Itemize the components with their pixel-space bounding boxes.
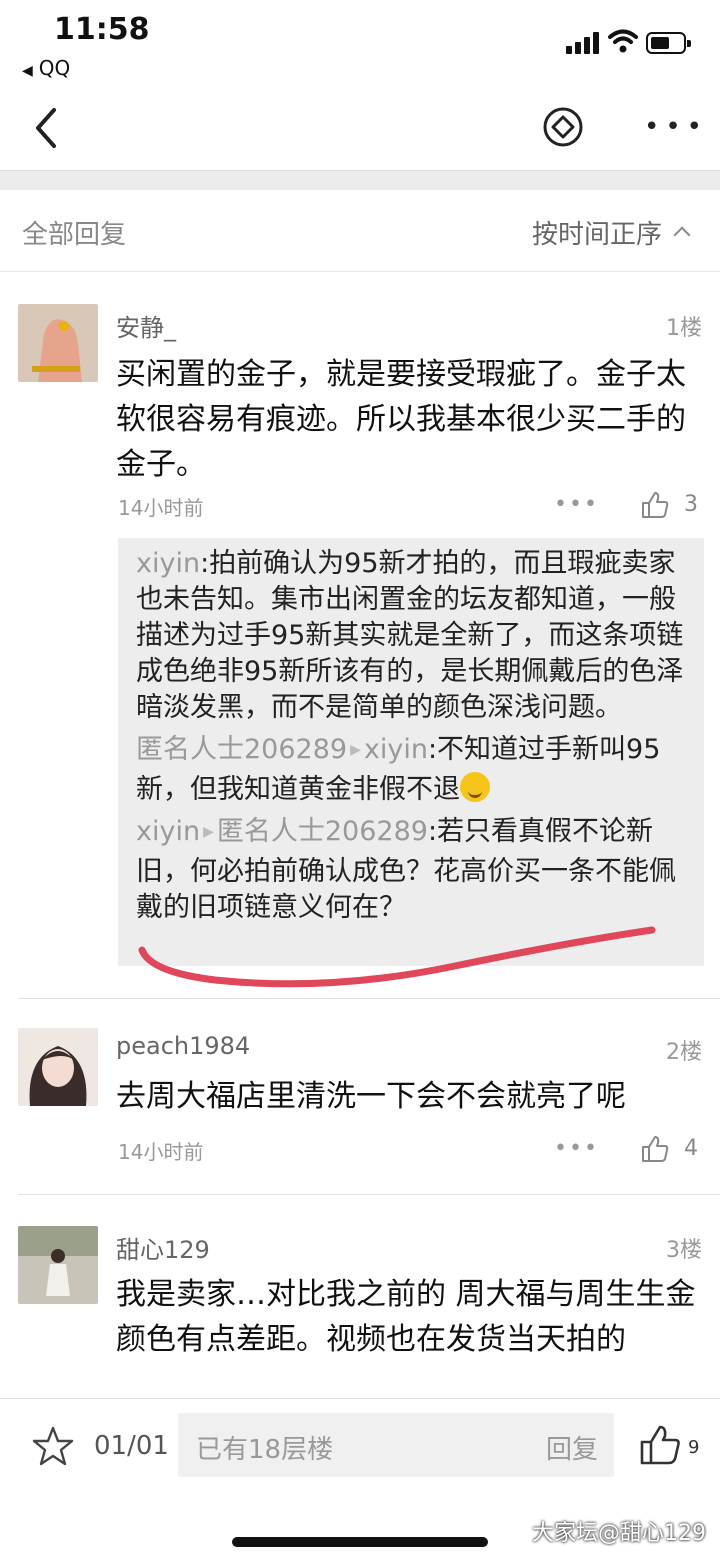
like-count: 9	[688, 1437, 700, 1458]
username[interactable]: 甜心129	[116, 1230, 210, 1265]
floor-number: 2楼	[666, 1040, 702, 1065]
sub-reply-author[interactable]: xiyin	[136, 816, 200, 847]
sub-reply[interactable]: 匿名人士206289 ▶ xiyin:不知道过手新叫95新，但我知道黄金非假不退	[136, 732, 686, 808]
post-time: 14小时前	[118, 496, 204, 520]
signal-icon	[566, 30, 602, 54]
sub-reply-target[interactable]: xiyin	[364, 734, 428, 765]
status-bar: 11:58 ◀ QQ	[0, 0, 720, 90]
avatar[interactable]	[18, 304, 98, 382]
reply-filter-bar: 全部回复 按时间正序	[0, 190, 720, 272]
chevron-up-icon	[673, 226, 691, 244]
more-actions-icon[interactable]: •••	[554, 492, 599, 517]
post-divider	[18, 1194, 720, 1195]
more-actions-icon[interactable]: •••	[554, 1136, 599, 1161]
post-divider	[18, 998, 720, 999]
sub-reply[interactable]: xiyin:拍前确认为95新才拍的，而且瑕疵卖家也未告知。集市出闲置金的坛友都知…	[136, 546, 686, 726]
avatar[interactable]	[18, 1028, 98, 1106]
status-time: 11:58	[54, 12, 150, 47]
reply-to-arrow-icon: ▶	[350, 742, 361, 758]
section-divider	[0, 170, 720, 190]
thumbs-up-icon[interactable]	[638, 1423, 682, 1467]
username[interactable]: peach1984	[116, 1032, 250, 1060]
reply-button[interactable]: 回复	[546, 1429, 598, 1466]
floor-number: 1楼	[666, 316, 702, 341]
floor-number: 3楼	[666, 1238, 702, 1263]
back-arrow-icon[interactable]	[28, 104, 68, 152]
page-indicator[interactable]: 01/01	[94, 1431, 169, 1461]
diamond-coin-icon[interactable]	[542, 106, 584, 148]
like-count: 4	[684, 1136, 698, 1161]
sort-order-label: 按时间正序	[531, 220, 662, 250]
home-indicator[interactable]	[232, 1537, 488, 1547]
sub-reply-author[interactable]: 匿名人士206289	[136, 734, 347, 765]
reply-input[interactable]: 已有18层楼 回复	[178, 1413, 614, 1477]
post-time: 14小时前	[118, 1140, 204, 1164]
like-count: 3	[684, 492, 698, 517]
rofl-emoji-icon	[460, 772, 490, 802]
more-options-icon[interactable]: •••	[644, 114, 708, 140]
back-triangle-icon: ◀	[22, 63, 33, 79]
sub-reply[interactable]: xiyin ▶ 匿名人士206289:若只看真假不论新旧，何必拍前确认成色？花高价买…	[136, 814, 686, 926]
avatar[interactable]	[18, 1226, 98, 1304]
username[interactable]: 安静_	[116, 308, 176, 343]
sub-reply-author[interactable]: xiyin	[136, 548, 200, 579]
thumbs-up-icon[interactable]	[640, 1134, 670, 1164]
battery-icon	[646, 32, 691, 54]
reply-content: 买闲置的金子，就是要接受瑕疵了。金子太软很容易有痕迹。所以我基本很少买二手的金子…	[116, 357, 686, 482]
reply-content: 我是卖家…对比我之前的 周大福与周生生金颜色有点差距。视频也在发货当天拍的	[116, 1277, 696, 1357]
watermark: 大家坛@甜心129	[532, 1521, 706, 1546]
bottom-action-bar: 01/01 已有18层楼 回复 9 大家坛@甜心129	[0, 1398, 720, 1558]
wifi-icon	[608, 29, 638, 53]
sub-reply-list: xiyin:拍前确认为95新才拍的，而且瑕疵卖家也未告知。集市出闲置金的坛友都知…	[118, 538, 704, 966]
star-icon[interactable]	[32, 1425, 74, 1467]
thumbs-up-icon[interactable]	[640, 490, 670, 520]
sort-order-toggle[interactable]: 按时间正序	[531, 214, 691, 251]
nav-bar: •••	[0, 90, 720, 170]
sub-reply-target[interactable]: 匿名人士206289	[217, 816, 428, 847]
back-app-label: QQ	[38, 56, 71, 80]
all-replies-tab[interactable]: 全部回复	[22, 214, 126, 251]
sub-reply-text: 拍前确认为95新才拍的，而且瑕疵卖家也未告知。集市出闲置金的坛友都知道，一般描述…	[136, 548, 684, 723]
reply-placeholder: 已有18层楼	[196, 1435, 334, 1465]
back-to-app-link[interactable]: ◀ QQ	[22, 56, 70, 80]
reply-to-arrow-icon: ▶	[203, 824, 214, 840]
reply-content: 去周大福店里清洗一下会不会就亮了呢	[116, 1079, 626, 1114]
